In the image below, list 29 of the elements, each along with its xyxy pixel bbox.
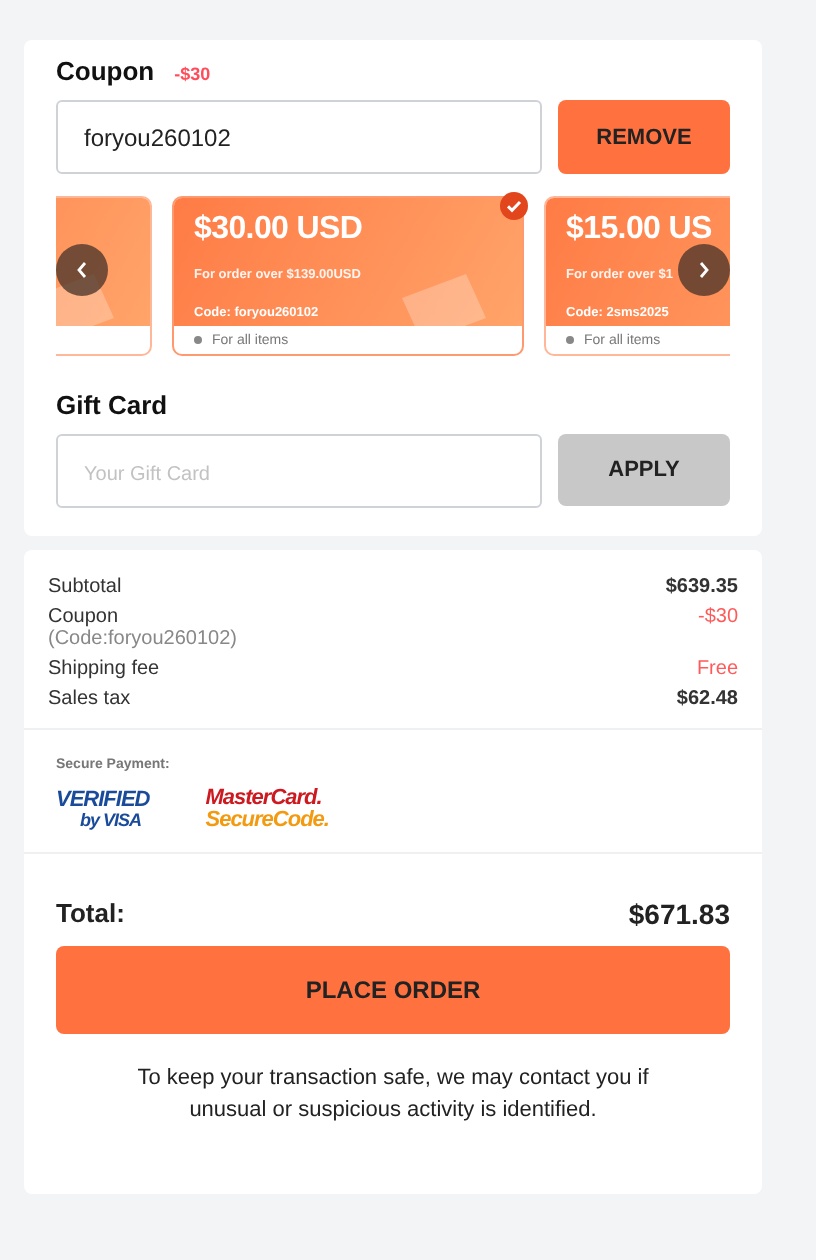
coupon-field[interactable]: foryou260102 [56, 100, 542, 174]
chevron-left-icon [74, 260, 90, 280]
coupon-discount: -$30 [174, 64, 211, 84]
mastercard-securecode-logo: MasterCard. SecureCode. [205, 788, 329, 832]
gift-card-field[interactable]: Your Gift Card [56, 434, 542, 508]
section-title: Coupon [56, 56, 155, 86]
apply-button[interactable]: APPLY [558, 434, 730, 506]
bullet-icon [194, 336, 202, 344]
remove-button[interactable]: REMOVE [558, 100, 730, 174]
coupon-amount: $15.00 US [566, 210, 712, 250]
bullet-icon [566, 336, 574, 344]
summary-value: $639.35 [665, 576, 738, 598]
summary-value: Free [696, 658, 738, 680]
summary-label: Coupon [48, 606, 121, 628]
security-notice: To keep your transaction safe, we may contact you if unusual or suspicious activity is identified. [135, 1064, 651, 1126]
chevron-right-icon [696, 260, 712, 280]
coupon-amount: $30.00 USD [194, 210, 363, 250]
summary-label: Subtotal [48, 576, 122, 598]
place-order-button[interactable]: PLACE ORDER [56, 946, 730, 1034]
coupon-code-note: (Code:foryou260102) [48, 628, 238, 650]
total-label: Total: [56, 898, 125, 930]
section-title: Gift Card [56, 390, 168, 420]
total-value: $671.83 [628, 898, 730, 930]
verified-by-visa-logo: VERIFIED by VISA [56, 790, 150, 830]
summary-label: Sales tax [48, 688, 131, 710]
summary-value: -$30 [697, 606, 738, 628]
check-icon [500, 192, 528, 220]
summary-label: Shipping fee [48, 658, 160, 680]
summary-value: $62.48 [676, 688, 738, 710]
